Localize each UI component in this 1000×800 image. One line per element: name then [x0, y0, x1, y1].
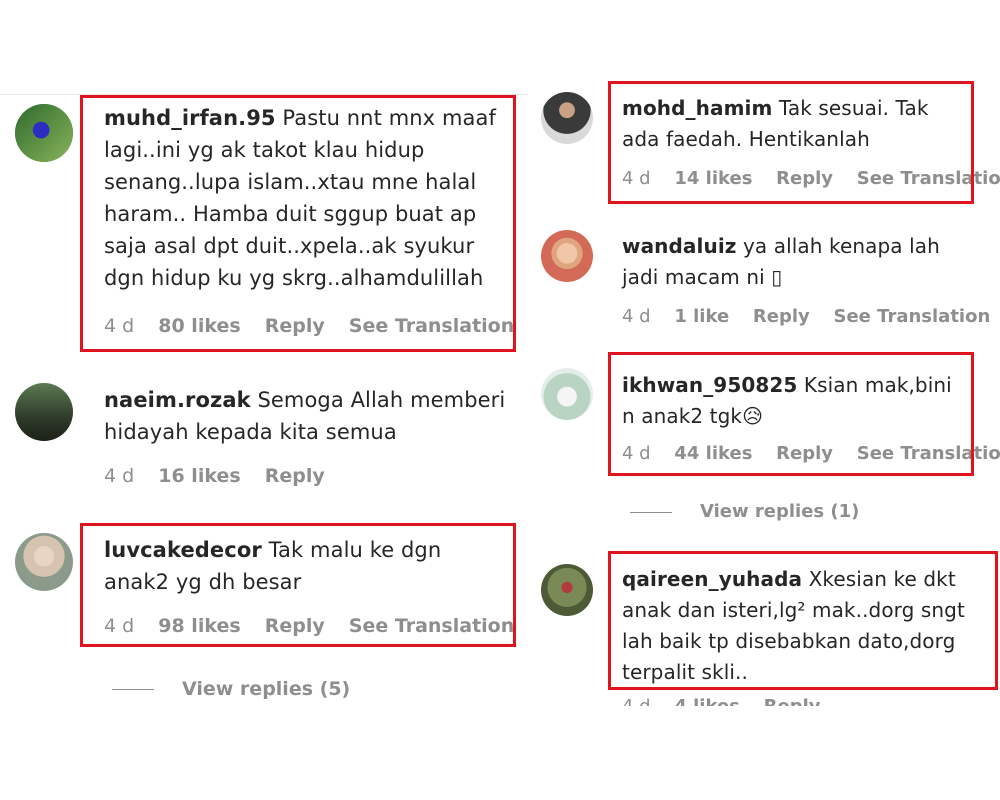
timestamp: 4 d — [622, 168, 651, 189]
divider — [112, 689, 154, 690]
comment-text: mohd_hamim Tak sesuai. Tak ada faedah. H… — [622, 93, 967, 155]
see-translation-button[interactable]: See Translation — [834, 306, 991, 327]
avatar[interactable] — [15, 533, 73, 591]
comment-meta: 4 d 14 likes Reply See Translation — [622, 168, 1000, 189]
avatar[interactable] — [15, 104, 73, 162]
username[interactable]: ikhwan_950825 — [622, 373, 797, 397]
comment-meta: 4 d 44 likes Reply See Translation — [622, 443, 1000, 464]
see-translation-button[interactable]: See Translation — [857, 443, 1000, 464]
comment-text: wandaluiz ya allah kenapa lah jadi macam… — [622, 231, 982, 293]
avatar[interactable] — [541, 564, 593, 616]
divider — [630, 511, 672, 513]
timestamp: 4 d — [104, 465, 135, 487]
comment-text: naeim.rozak Semoga Allah memberi hidayah… — [104, 384, 514, 448]
reply-button[interactable]: Reply — [776, 443, 833, 464]
username[interactable]: muhd_irfan.95 — [104, 106, 276, 130]
likes-count[interactable]: 14 likes — [674, 168, 752, 189]
view-replies-label: View replies (5) — [182, 678, 351, 700]
likes-count[interactable]: 44 likes — [674, 443, 752, 464]
avatar[interactable] — [541, 368, 593, 420]
avatar[interactable] — [541, 230, 593, 282]
comment-meta: 4 d 16 likes Reply — [104, 465, 343, 487]
timestamp: 4 d — [622, 696, 651, 706]
reply-button[interactable]: Reply — [265, 615, 325, 637]
comment-meta: 4 d 4 likes Reply — [622, 696, 838, 706]
see-translation-button[interactable]: See Translation — [349, 615, 514, 637]
comment-body: Pastu nnt mnx maaf lagi..ini yg ak takot… — [104, 106, 496, 290]
view-replies-button[interactable]: View replies (5) — [112, 678, 350, 700]
divider — [0, 94, 528, 95]
comment-item: qaireen_yuhada Xkesian ke dkt anak dan i… — [530, 540, 1000, 706]
view-replies-label: View replies (1) — [700, 501, 860, 522]
view-replies-button[interactable]: View replies (1) — [630, 501, 859, 522]
comment-meta: 4 d 80 likes Reply See Translation — [104, 315, 532, 337]
timestamp: 4 d — [104, 615, 135, 637]
comment-text: luvcakedecor Tak malu ke dgn anak2 yg dh… — [104, 534, 504, 598]
comment-text: ikhwan_950825 Ksian mak,bini n anak2 tgk… — [622, 370, 962, 432]
likes-count[interactable]: 1 like — [674, 306, 729, 327]
username[interactable]: qaireen_yuhada — [622, 567, 802, 591]
username[interactable]: naeim.rozak — [104, 388, 251, 412]
comment-meta: 4 d 98 likes Reply See Translation — [104, 615, 532, 637]
see-translation-button[interactable]: See Translation — [857, 168, 1000, 189]
likes-count[interactable]: 98 likes — [158, 615, 240, 637]
timestamp: 4 d — [622, 306, 651, 327]
comment-meta: 4 d 1 like Reply See Translation — [622, 306, 1000, 327]
username[interactable]: mohd_hamim — [622, 96, 772, 120]
reply-button[interactable]: Reply — [753, 306, 810, 327]
reply-button[interactable]: Reply — [776, 168, 833, 189]
comment-text: qaireen_yuhada Xkesian ke dkt anak dan i… — [622, 564, 992, 688]
timestamp: 4 d — [104, 315, 135, 337]
reply-button[interactable]: Reply — [265, 465, 325, 487]
username[interactable]: wandaluiz — [622, 234, 737, 258]
likes-count[interactable]: 16 likes — [158, 465, 240, 487]
avatar[interactable] — [15, 383, 73, 441]
likes-count[interactable]: 80 likes — [158, 315, 240, 337]
username[interactable]: luvcakedecor — [104, 538, 262, 562]
reply-button[interactable]: Reply — [265, 315, 325, 337]
timestamp: 4 d — [622, 443, 651, 464]
likes-count[interactable]: 4 likes — [674, 696, 740, 706]
reply-button[interactable]: Reply — [764, 696, 821, 706]
comment-text: muhd_irfan.95 Pastu nnt mnx maaf lagi..i… — [104, 102, 504, 294]
see-translation-button[interactable]: See Translation — [349, 315, 514, 337]
avatar[interactable] — [541, 92, 593, 144]
